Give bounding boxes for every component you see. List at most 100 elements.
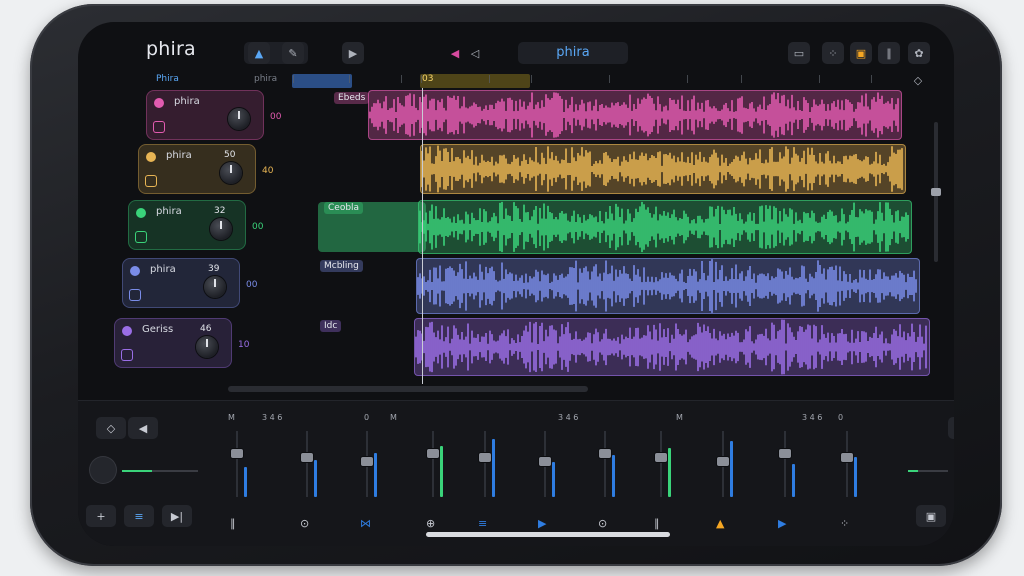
strip-control-icon[interactable]: ≡ [478,517,487,530]
track-instrument-icon[interactable] [136,232,146,242]
track-volume-knob[interactable] [210,218,232,240]
list-view-button[interactable]: ≡ [124,505,154,527]
vertical-scroll-thumb[interactable] [931,188,941,196]
audio-clip[interactable] [416,258,920,314]
record-box-icon[interactable]: ▣ [916,505,946,527]
clip-label[interactable]: Ebeds [334,92,370,104]
fader-handle[interactable] [717,457,729,466]
track-header[interactable]: phira 39 [122,258,240,308]
track-color-dot[interactable] [130,266,140,276]
mixer-icon[interactable]: ∥ [878,42,900,64]
strip-control-icon[interactable]: ∥ [230,517,236,530]
folder-icon[interactable]: ▭ [788,42,810,64]
fader-handle[interactable] [779,449,791,458]
strip-control-icon[interactable]: ⁘ [840,517,849,530]
pencil-tool-icon[interactable]: ✎ [282,42,304,64]
strip-label: 0 [364,413,370,422]
horizontal-scrollbar[interactable] [228,386,588,392]
clip-label[interactable]: Ceobla [324,202,364,214]
strip-control-icon[interactable]: ▲ [716,517,724,530]
fader-track[interactable] [484,431,486,497]
track-number: 00 [270,112,282,122]
fader-handle[interactable] [231,449,243,458]
ruler-tick: | [348,74,351,83]
strip-control-icon[interactable]: ⋈ [360,517,371,530]
audio-clip[interactable] [368,90,902,140]
back-icon[interactable]: ◀ [128,417,158,439]
clip-label[interactable]: Mcbling [320,260,363,272]
grid-icon[interactable]: ⁘ [822,42,844,64]
mixer-panel: ◇ ◀ + ≡ ▶| ∥ ⊙ ⋈ ⊕ ≡ ▶ ⊙ ∥ ▲ ▶ ⁘ M 3 4 6 0 M 3 4 6 M 3 4 … [78,400,954,546]
track-number: 10 [238,340,250,350]
level-meter [314,460,317,497]
strip-control-icon[interactable]: ⊙ [300,517,309,530]
track-lane[interactable] [328,146,428,192]
add-track-button[interactable]: + [86,505,116,527]
track-volume-knob[interactable] [228,108,250,130]
transport-title[interactable]: phira [518,42,628,64]
audio-clip[interactable] [418,200,912,254]
play-button[interactable]: ▶ [342,42,364,64]
fader-handle[interactable] [301,453,313,462]
fader-handle[interactable] [841,453,853,462]
audio-clip[interactable] [420,144,906,194]
audio-clip[interactable] [414,318,930,376]
settings-gear-icon[interactable]: ✿ [908,42,930,64]
ruler-tick: | [488,74,491,83]
fader-track[interactable] [784,431,786,497]
strip-control-icon[interactable]: ▶ [778,517,786,530]
track-color-dot[interactable] [122,326,132,336]
timeline-ruler[interactable]: Phira phira 03 | | | | | | | | | | | ◇ [78,72,954,90]
playhead-line[interactable] [422,88,423,384]
fader-handle[interactable] [599,449,611,458]
marker-icon[interactable]: ◇ [910,72,926,88]
track-header[interactable]: phira 32 [128,200,246,250]
strip-control-icon[interactable]: ⊕ [426,517,435,530]
track-volume-value: 50 [224,150,236,160]
track-color-dot[interactable] [136,208,146,218]
fader-track[interactable] [660,431,662,497]
pointer-tool-icon[interactable]: ▲ [248,42,270,64]
fader-track[interactable] [432,431,434,497]
fader-handle[interactable] [427,449,439,458]
track-header[interactable]: Geriss 46 [114,318,232,368]
track-header[interactable]: phira [146,90,264,140]
track-instrument-icon[interactable] [146,176,156,186]
level-meter [668,448,671,497]
track-color-dot[interactable] [146,152,156,162]
clip-label[interactable]: Idc [320,320,342,332]
library-icon[interactable]: ▣ [850,42,872,64]
vertical-scrollbar[interactable] [931,122,941,262]
speaker-icon[interactable]: ◁ [464,42,486,64]
track-volume-knob[interactable] [204,276,226,298]
level-meter [792,464,795,497]
tablet-scene: phira ▲ ✎ ▶ ◀ ◁ phira ▭ ⁘ ▣ ∥ ✿ Phira ph… [0,0,1024,576]
rewind-icon[interactable]: ◀ [444,42,466,64]
track-volume-knob[interactable] [196,336,218,358]
fader-track[interactable] [236,431,238,497]
skip-icon[interactable]: ▶| [162,505,192,527]
track-instrument-icon[interactable] [130,290,140,300]
level-meter [552,462,555,497]
loop-diamond-icon[interactable]: ◇ [96,417,126,439]
loop-region[interactable] [420,74,530,88]
close-icon[interactable]: ✕ [948,417,954,439]
fader-track[interactable] [846,431,848,497]
fader-handle[interactable] [361,457,373,466]
strip-control-icon[interactable]: ▶ [538,517,546,530]
fader-handle[interactable] [539,457,551,466]
fader-handle[interactable] [655,453,667,462]
track-instrument-icon[interactable] [154,122,164,132]
strip-control-icon[interactable]: ∥ [654,517,660,530]
master-knob[interactable] [90,457,116,483]
strip-control-icon[interactable]: ⊙ [598,517,607,530]
playhead-region[interactable] [292,74,352,88]
fader-track[interactable] [604,431,606,497]
fader-handle[interactable] [479,453,491,462]
track-volume-knob[interactable] [220,162,242,184]
waveform-path [421,145,903,193]
track-header[interactable]: phira 50 [138,144,256,194]
track-color-dot[interactable] [154,98,164,108]
track-instrument-icon[interactable] [122,350,132,360]
fader-track[interactable] [306,431,308,497]
